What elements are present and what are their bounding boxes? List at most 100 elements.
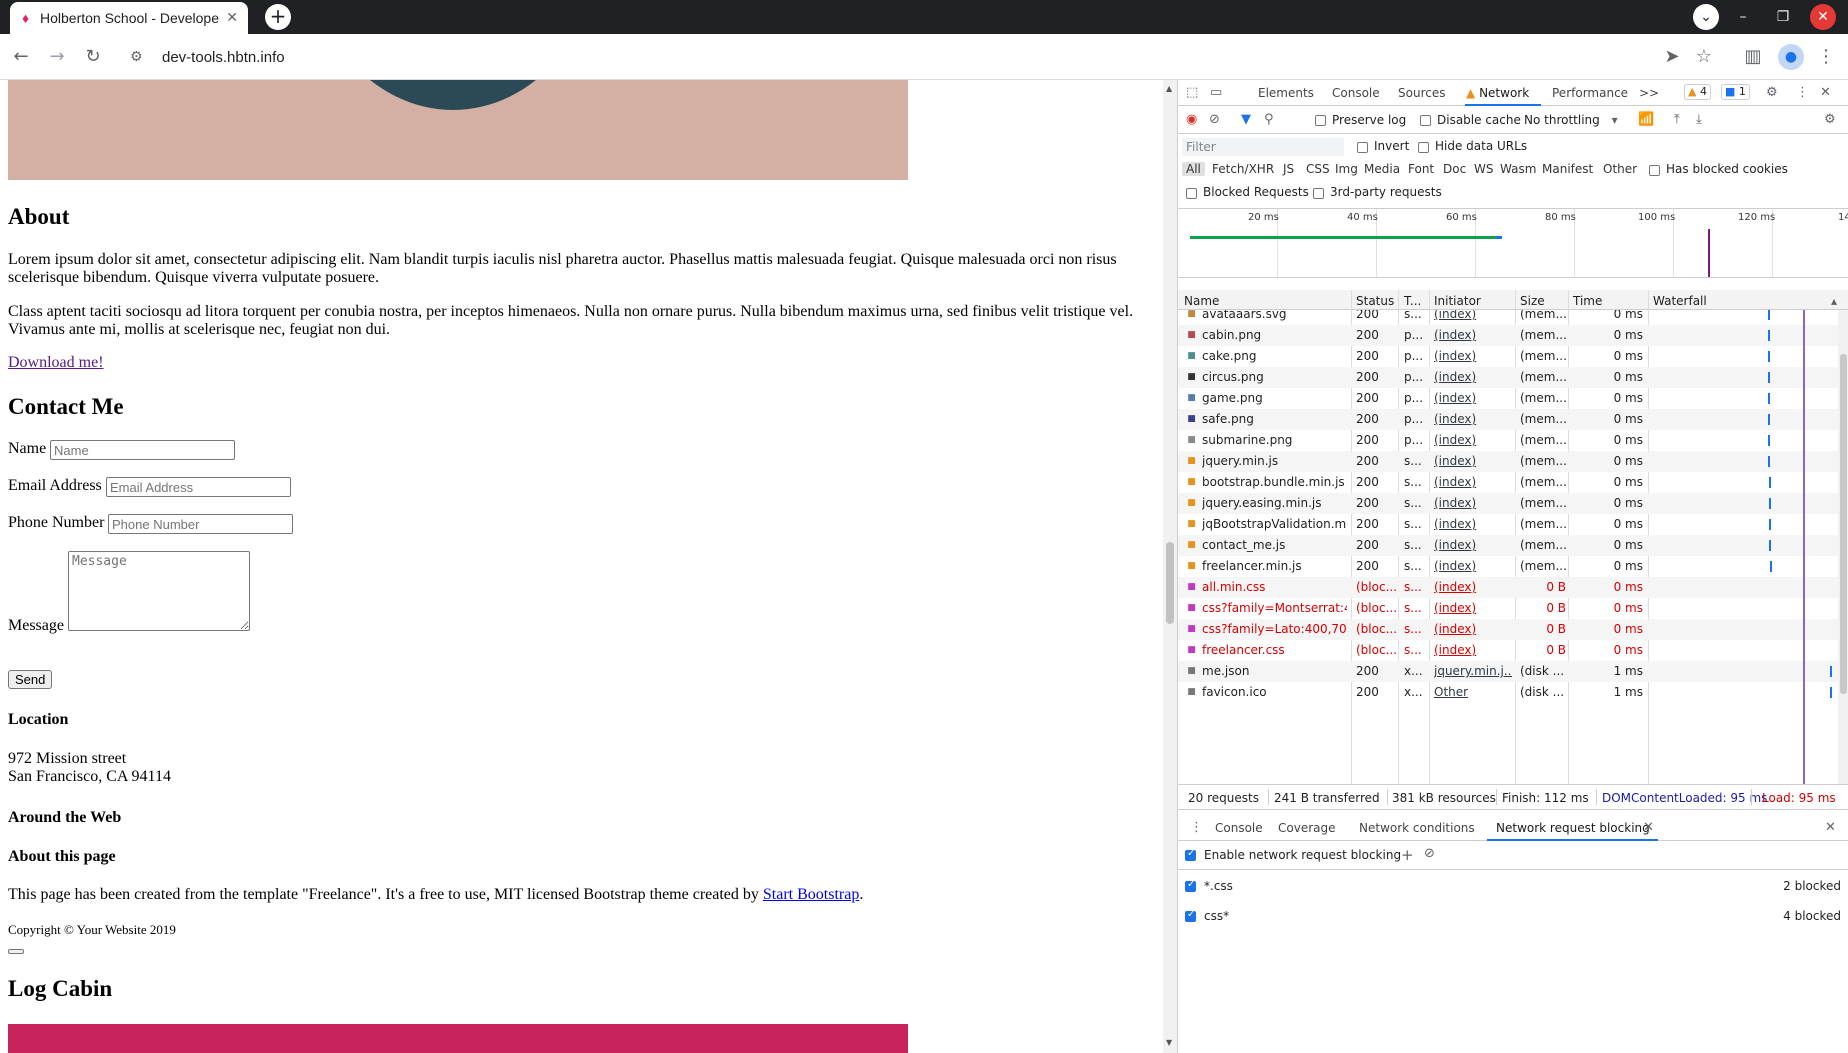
filter-input[interactable]: Filter bbox=[1182, 138, 1344, 156]
type-js[interactable]: JS bbox=[1283, 162, 1294, 176]
column-size[interactable]: Size bbox=[1520, 294, 1545, 308]
request-initiator[interactable]: (index) bbox=[1434, 496, 1512, 510]
blocking-pattern-row[interactable]: *.css 2 blocked bbox=[1178, 872, 1848, 902]
blocking-pattern-row[interactable]: css* 4 blocked bbox=[1178, 902, 1848, 932]
column-waterfall[interactable]: Waterfall bbox=[1653, 294, 1707, 308]
reload-icon[interactable]: ↻ bbox=[82, 46, 104, 68]
pattern-checkbox[interactable] bbox=[1185, 879, 1196, 892]
scroll-up-icon[interactable]: ▲ bbox=[1166, 84, 1172, 93]
close-tab-icon[interactable]: ✕ bbox=[1643, 820, 1654, 835]
request-initiator[interactable]: jquery.min.j... bbox=[1434, 664, 1512, 678]
request-initiator[interactable]: (index) bbox=[1434, 622, 1512, 636]
disable-cache-checkbox[interactable] bbox=[1420, 115, 1431, 126]
address-bar[interactable]: ⚙ dev-tools.hbtn.info bbox=[122, 40, 1702, 74]
record-icon[interactable]: ◉ bbox=[1186, 112, 1197, 127]
menu-icon[interactable]: ⋮ bbox=[1815, 46, 1837, 68]
message-textarea[interactable] bbox=[68, 551, 250, 631]
new-tab-button[interactable]: + bbox=[265, 4, 291, 30]
close-drawer-icon[interactable]: ✕ bbox=[1825, 820, 1836, 835]
request-initiator[interactable]: (index) bbox=[1434, 412, 1512, 426]
table-row[interactable]: ■ freelancer.css (bloc... s... (index) 0 B 0 m… bbox=[1178, 640, 1838, 661]
export-har-icon[interactable]: ⤓ bbox=[1696, 112, 1702, 127]
scroll-top-button[interactable] bbox=[8, 949, 24, 954]
blocked-requests-checkbox[interactable] bbox=[1186, 188, 1197, 199]
type-font[interactable]: Font bbox=[1408, 162, 1434, 176]
column-initiator[interactable]: Initiator bbox=[1434, 294, 1481, 308]
table-row[interactable]: ■ jqBootstrapValidation.m... 200 s... (index… bbox=[1178, 514, 1838, 535]
sort-ascending-icon[interactable]: ▴ bbox=[1831, 294, 1837, 308]
request-initiator[interactable]: (index) bbox=[1434, 454, 1512, 468]
invert-checkbox[interactable] bbox=[1357, 142, 1368, 153]
request-initiator[interactable]: Other bbox=[1434, 685, 1512, 699]
close-icon[interactable]: ✕ bbox=[226, 9, 238, 26]
more-tabs-button[interactable]: >> bbox=[1639, 86, 1659, 100]
send-button[interactable]: Send bbox=[8, 670, 53, 689]
forward-icon[interactable]: → bbox=[46, 46, 68, 68]
send-icon[interactable]: ➤ bbox=[1661, 46, 1683, 68]
scroll-down-icon[interactable]: ▼ bbox=[1166, 1038, 1172, 1047]
has-blocked-cookies-checkbox[interactable] bbox=[1649, 165, 1660, 176]
add-pattern-icon[interactable]: + bbox=[1401, 846, 1414, 864]
table-row[interactable]: ■ favicon.ico 200 x... Other (disk ... 1 ms bbox=[1178, 682, 1838, 703]
type-img[interactable]: Img bbox=[1335, 162, 1358, 176]
browser-tab[interactable]: ♦ Holberton School - Developer ✕ bbox=[10, 2, 248, 34]
table-row[interactable]: ■ css?family=Montserrat:4... (bloc... s... (… bbox=[1178, 598, 1838, 619]
start-bootstrap-link[interactable]: Start Bootstrap bbox=[763, 886, 859, 903]
table-row[interactable]: ■ jquery.min.js 200 s... (index) (mem... 0 ms bbox=[1178, 451, 1838, 472]
table-row[interactable]: ■ safe.png 200 p... (index) (mem... 0 ms bbox=[1178, 409, 1838, 430]
tab-search-button[interactable]: ⌄ bbox=[1693, 4, 1719, 30]
network-overview[interactable]: 20 ms 40 ms 60 ms 80 ms 100 ms 120 ms 14 bbox=[1178, 208, 1848, 278]
page-scrollbar-thumb[interactable] bbox=[1166, 542, 1174, 624]
page-scrollbar[interactable]: ▲ ▼ bbox=[1163, 80, 1177, 1053]
request-list-scrollbar-thumb[interactable] bbox=[1840, 354, 1847, 694]
table-row[interactable]: ■ cake.png 200 p... (index) (mem... 0 ms bbox=[1178, 346, 1838, 367]
network-settings-icon[interactable]: ⚙ bbox=[1824, 112, 1836, 127]
filter-icon[interactable]: ▼ bbox=[1241, 112, 1251, 127]
tab-sources[interactable]: Sources bbox=[1398, 86, 1445, 100]
request-initiator[interactable]: (index) bbox=[1434, 517, 1512, 531]
device-toolbar-icon[interactable]: ▭ bbox=[1210, 85, 1222, 100]
column-time[interactable]: Time bbox=[1573, 294, 1602, 308]
remove-all-patterns-icon[interactable]: ⊘ bbox=[1424, 846, 1435, 861]
import-har-icon[interactable]: ⤒ bbox=[1674, 112, 1680, 127]
drawer-tab-network-request-blocking[interactable]: Network request blocking bbox=[1496, 821, 1650, 835]
hide-data-urls-checkbox[interactable] bbox=[1418, 142, 1429, 153]
phone-input[interactable] bbox=[108, 514, 293, 534]
messages-badge[interactable]: ■ 1 bbox=[1721, 84, 1750, 100]
type-fetch-xhr[interactable]: Fetch/XHR bbox=[1212, 162, 1274, 176]
clear-icon[interactable]: ⊘ bbox=[1209, 112, 1220, 127]
column-name[interactable]: Name bbox=[1184, 294, 1219, 308]
sidepanel-icon[interactable]: ▥ bbox=[1742, 46, 1764, 68]
type-manifest[interactable]: Manifest bbox=[1542, 162, 1593, 176]
table-row[interactable]: ■ jquery.easing.min.js 200 s... (index) (mem.… bbox=[1178, 493, 1838, 514]
enable-blocking-checkbox[interactable] bbox=[1185, 848, 1196, 861]
request-initiator[interactable]: (index) bbox=[1434, 580, 1512, 594]
close-window-button[interactable]: ✕ bbox=[1810, 4, 1836, 30]
type-ws[interactable]: WS bbox=[1474, 162, 1493, 176]
tab-network[interactable]: ▲ Network bbox=[1466, 86, 1529, 100]
table-row[interactable]: ■ me.json 200 x... jquery.min.j... (disk ... 1… bbox=[1178, 661, 1838, 682]
request-initiator[interactable]: (index) bbox=[1434, 643, 1512, 657]
settings-icon[interactable]: ⚙ bbox=[1766, 85, 1778, 100]
drawer-menu-icon[interactable]: ⋮ bbox=[1190, 820, 1203, 835]
kebab-menu-icon[interactable]: ⋮ bbox=[1796, 85, 1809, 100]
request-initiator[interactable]: (index) bbox=[1434, 433, 1512, 447]
maximize-button[interactable]: ❐ bbox=[1770, 4, 1796, 30]
table-row[interactable]: ■ circus.png 200 p... (index) (mem... 0 ms bbox=[1178, 367, 1838, 388]
drawer-tab-console[interactable]: Console bbox=[1215, 821, 1263, 835]
email-input[interactable] bbox=[106, 477, 291, 497]
table-row[interactable]: ■ contact_me.js 200 s... (index) (mem... 0 ms bbox=[1178, 535, 1838, 556]
request-initiator[interactable]: (index) bbox=[1434, 559, 1512, 573]
request-list-scrollbar[interactable] bbox=[1838, 310, 1848, 784]
type-all[interactable]: All bbox=[1182, 162, 1205, 176]
third-party-checkbox[interactable] bbox=[1313, 188, 1324, 199]
table-row[interactable]: ■ all.min.css (bloc... s... (index) 0 B 0 ms bbox=[1178, 577, 1838, 598]
type-other[interactable]: Other bbox=[1603, 162, 1637, 176]
request-initiator[interactable]: (index) bbox=[1434, 349, 1512, 363]
tab-console[interactable]: Console bbox=[1332, 86, 1380, 100]
type-doc[interactable]: Doc bbox=[1443, 162, 1466, 176]
name-input[interactable] bbox=[50, 440, 235, 460]
request-initiator[interactable]: (index) bbox=[1434, 601, 1512, 615]
table-row[interactable]: ■ freelancer.min.js 200 s... (index) (mem... 0… bbox=[1178, 556, 1838, 577]
table-row[interactable]: ■ bootstrap.bundle.min.js 200 s... (index) (m… bbox=[1178, 472, 1838, 493]
